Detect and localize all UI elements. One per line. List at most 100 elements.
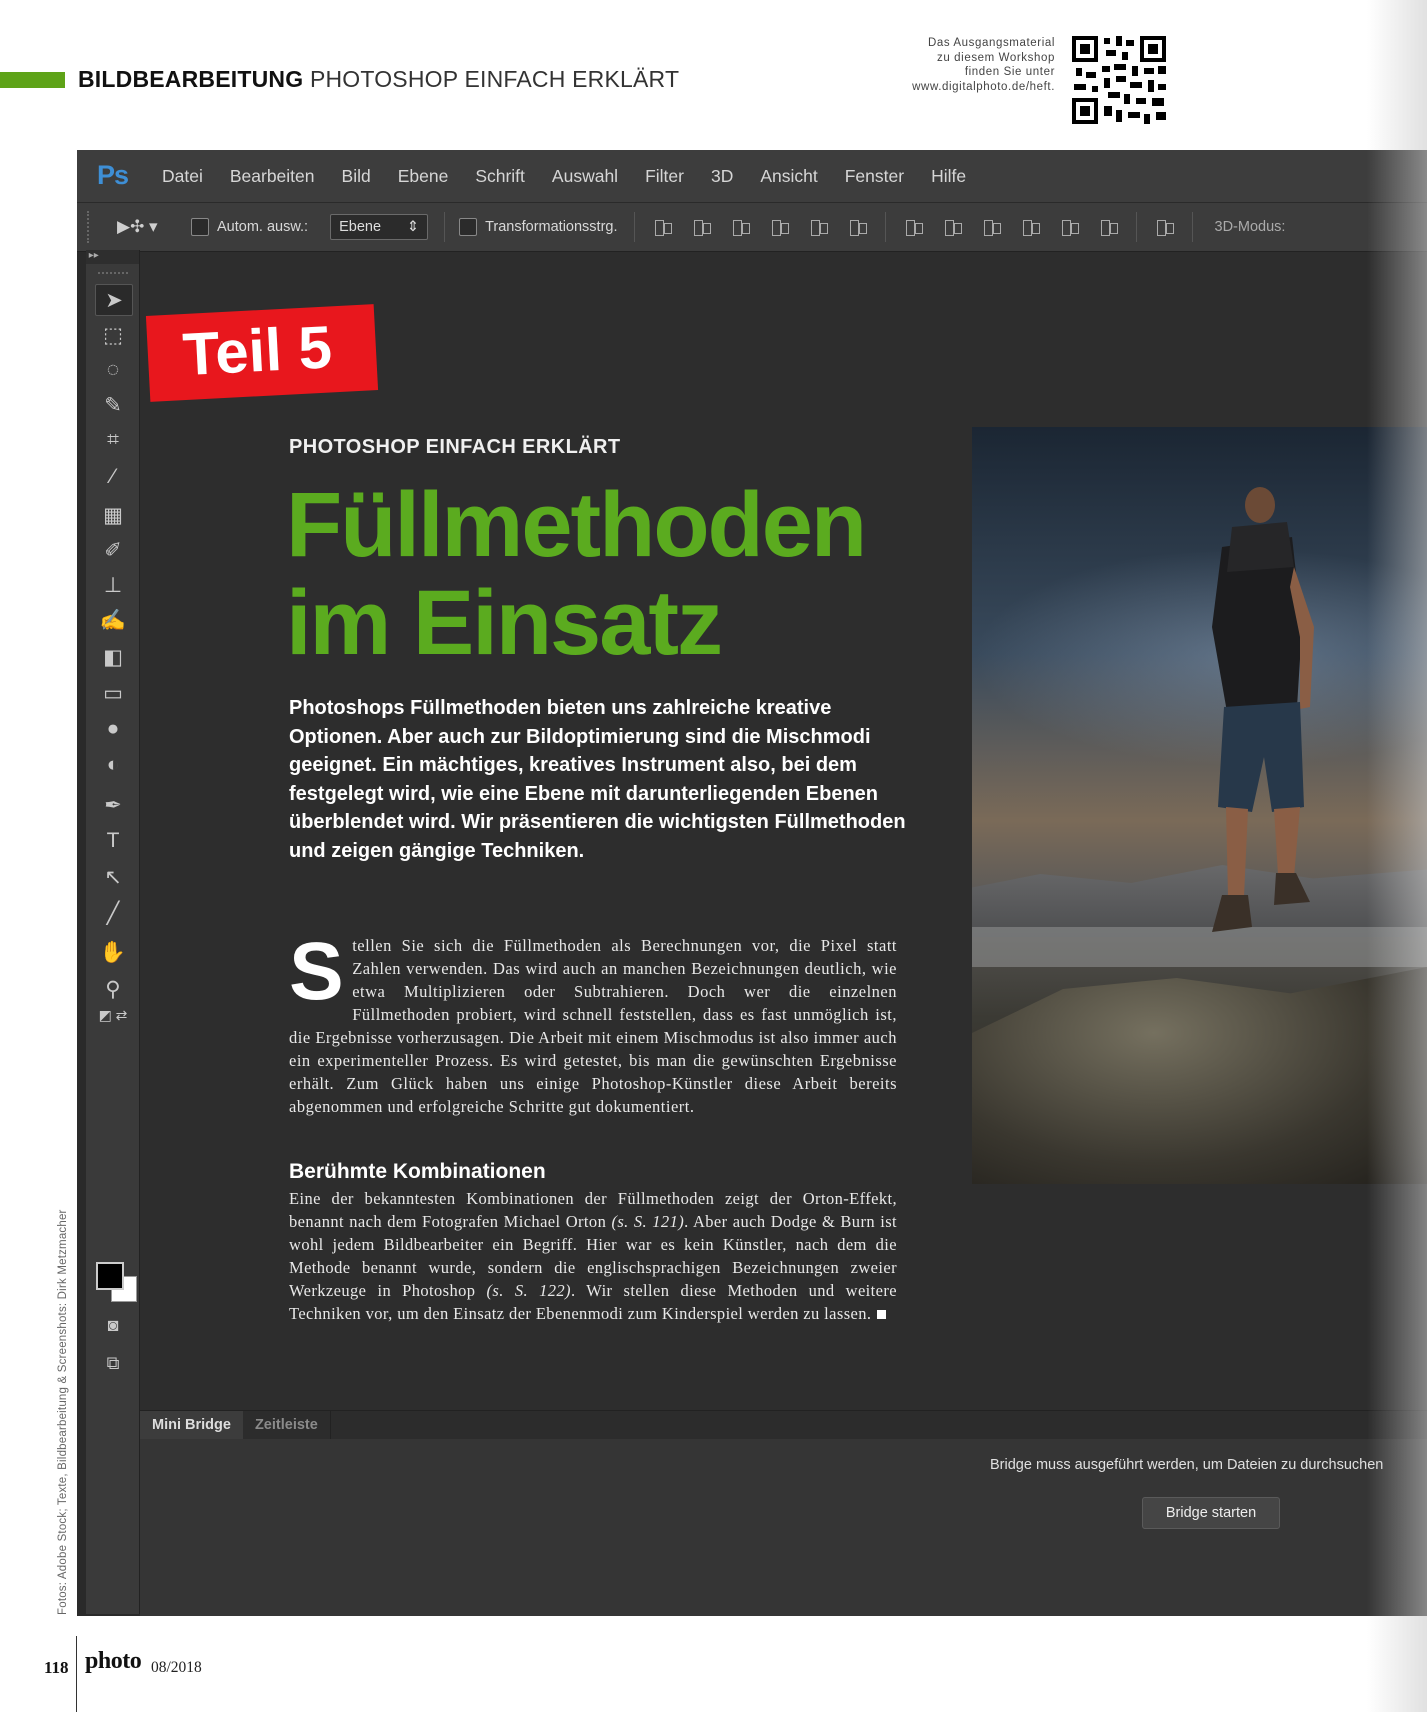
menu-3d[interactable]: 3D — [711, 166, 733, 187]
distribute-right-icon[interactable] — [1098, 216, 1120, 238]
auto-align-icon[interactable] — [1154, 216, 1176, 238]
section-color-bar — [0, 72, 65, 88]
tab-mini-bridge[interactable]: Mini Bridge — [140, 1411, 243, 1439]
end-mark — [877, 1310, 887, 1319]
align-right-icon[interactable] — [847, 216, 869, 238]
part-badge: Teil 5 — [145, 304, 379, 402]
menu-filter[interactable]: Filter — [645, 166, 684, 187]
menu-ebene[interactable]: Ebene — [398, 166, 449, 187]
auto-select-checkbox[interactable] — [191, 218, 209, 236]
article-body-intro: Stellen Sie sich die Füllmethoden als Be… — [289, 926, 897, 1118]
eyedropper-tool-icon[interactable]: ⁄ — [95, 462, 131, 492]
align-vcenter-icon[interactable] — [691, 216, 713, 238]
dodge-tool-icon[interactable]: ◐ — [95, 750, 131, 780]
photo-credit: Fotos: Adobe Stock; Texte, Bildbearbeitu… — [57, 1209, 69, 1615]
swap-colors-icon[interactable]: ◩ ⇄ — [95, 1000, 131, 1030]
qr-note-line: Das Ausgangsmaterial — [927, 37, 1055, 49]
bridge-message: Bridge muss ausgeführt werden, um Dateie… — [990, 1457, 1384, 1473]
foreground-color-swatch[interactable] — [96, 1262, 124, 1290]
transform-controls-checkbox[interactable] — [459, 218, 478, 236]
history-brush-tool-icon[interactable]: ✍ — [95, 606, 131, 636]
options-bar: ▶✣ ▾ Autom. ausw.: Ebene ⇕ Transformatio… — [77, 203, 1427, 252]
distribute-vcenter-icon[interactable] — [942, 216, 964, 238]
mini-bridge-panel: Mini Bridge Zeitleiste Bridge muss ausge… — [140, 1410, 1427, 1616]
menu-bild[interactable]: Bild — [342, 166, 371, 187]
3d-mode-label: 3D-Modus: — [1214, 219, 1286, 235]
lasso-tool-icon[interactable]: ◌ — [95, 355, 131, 385]
distribute-top-icon[interactable] — [903, 216, 925, 238]
drop-cap: S — [289, 926, 345, 1017]
divider — [1135, 212, 1137, 242]
menu-auswahl[interactable]: Auswahl — [552, 166, 618, 187]
distribute-left-icon[interactable] — [1020, 216, 1042, 238]
article-subhead: Berühmte Kombinationen — [289, 1160, 546, 1183]
page-reference: (s. S. 121) — [611, 1212, 685, 1231]
article-kicker: PHOTOSHOP EINFACH ERKLÄRT — [289, 436, 621, 458]
divider — [633, 212, 635, 242]
photoshop-logo: Ps — [97, 160, 129, 190]
menu-bar: Ps Datei Bearbeiten Bild Ebene Schrift A… — [77, 150, 1427, 203]
align-left-icon[interactable] — [769, 216, 791, 238]
transform-controls-label: Transformationsstrg. — [485, 219, 618, 235]
menu-datei[interactable]: Datei — [162, 166, 203, 187]
eraser-tool-icon[interactable]: ◧ — [95, 642, 131, 672]
menu-schrift[interactable]: Schrift — [475, 166, 525, 187]
auto-select-label: Autom. ausw.: — [217, 219, 309, 235]
align-top-icon[interactable] — [652, 216, 674, 238]
section-topic: PHOTOSHOP EINFACH ERKLÄRT — [309, 66, 680, 92]
blur-tool-icon[interactable]: ● — [95, 714, 131, 744]
options-grip[interactable] — [87, 211, 97, 243]
page-number: 118 — [44, 1658, 69, 1677]
clone-stamp-tool-icon[interactable]: ⊥ — [95, 570, 131, 600]
auto-select-value: Ebene — [339, 219, 382, 235]
page-gutter-shadow — [1367, 0, 1427, 1712]
qr-note: Das Ausgangsmaterial zu diesem Workshop … — [880, 36, 1055, 94]
qr-note-line: finden Sie unter — [964, 66, 1055, 78]
auto-select-dropdown[interactable]: Ebene ⇕ — [330, 214, 429, 240]
dropdown-arrows-icon: ⇕ — [406, 219, 420, 235]
align-bottom-icon[interactable] — [730, 216, 752, 238]
divider — [1191, 212, 1193, 242]
hiker-photo — [972, 427, 1427, 1184]
screen-mode-icon[interactable]: ⧉ — [95, 1348, 131, 1378]
line-tool-icon[interactable]: ╱ — [95, 898, 131, 928]
qr-note-line: zu diesem Workshop — [937, 51, 1055, 64]
tools-grip[interactable] — [98, 272, 128, 277]
page-header: BILDBEARBEITUNG PHOTOSHOP EINFACH ERKLÄR… — [78, 66, 679, 93]
type-tool-icon[interactable]: T — [95, 826, 131, 856]
qr-code-icon — [1072, 36, 1166, 124]
start-bridge-button[interactable]: Bridge starten — [1142, 1497, 1280, 1529]
quick-mask-icon[interactable]: ◙ — [95, 1310, 131, 1340]
menu-ansicht[interactable]: Ansicht — [760, 166, 817, 187]
qr-note-url: www.digitalphoto.de/heft. — [912, 80, 1055, 93]
hiker-figure — [1212, 487, 1314, 932]
menu-bearbeiten[interactable]: Bearbeiten — [230, 166, 315, 187]
footer-divider — [76, 1636, 77, 1712]
align-hcenter-icon[interactable] — [808, 216, 830, 238]
pen-tool-icon[interactable]: ✒ — [95, 790, 131, 820]
divider — [444, 212, 446, 242]
distribute-hcenter-icon[interactable] — [1059, 216, 1081, 238]
article-body-section: Eine der bekanntesten Kombinationen der … — [289, 1187, 897, 1325]
article-title-line: Füllmethoden — [286, 474, 867, 576]
brush-tool-icon[interactable]: ✐ — [95, 535, 131, 565]
page-reference: (s. S. 122) — [486, 1281, 571, 1300]
gradient-tool-icon[interactable]: ▭ — [95, 678, 131, 708]
part-badge-label: Teil 5 — [181, 313, 334, 389]
menu-items: Datei Bearbeiten Bild Ebene Schrift Ausw… — [162, 150, 993, 202]
crop-tool-icon[interactable]: ⌗ — [95, 425, 131, 455]
article-title-line: im Einsatz — [286, 572, 723, 674]
distribute-bottom-icon[interactable] — [981, 216, 1003, 238]
move-tool-icon[interactable]: ➤ — [95, 284, 133, 316]
move-tool-preset-icon[interactable]: ▶✣ ▾ — [117, 217, 177, 237]
collapse-panel-icon[interactable]: ▸▸ — [86, 250, 139, 264]
healing-brush-tool-icon[interactable]: ▦ — [95, 500, 131, 530]
path-selection-tool-icon[interactable]: ↖ — [95, 862, 131, 892]
tab-zeitleiste[interactable]: Zeitleiste — [243, 1411, 331, 1439]
hand-tool-icon[interactable]: ✋ — [95, 938, 131, 968]
marquee-tool-icon[interactable]: ⬚ — [95, 320, 131, 350]
quick-selection-tool-icon[interactable]: ✎ — [95, 390, 131, 420]
magazine-logo: photo — [85, 1648, 142, 1674]
menu-fenster[interactable]: Fenster — [845, 166, 904, 187]
menu-hilfe[interactable]: Hilfe — [931, 166, 966, 187]
